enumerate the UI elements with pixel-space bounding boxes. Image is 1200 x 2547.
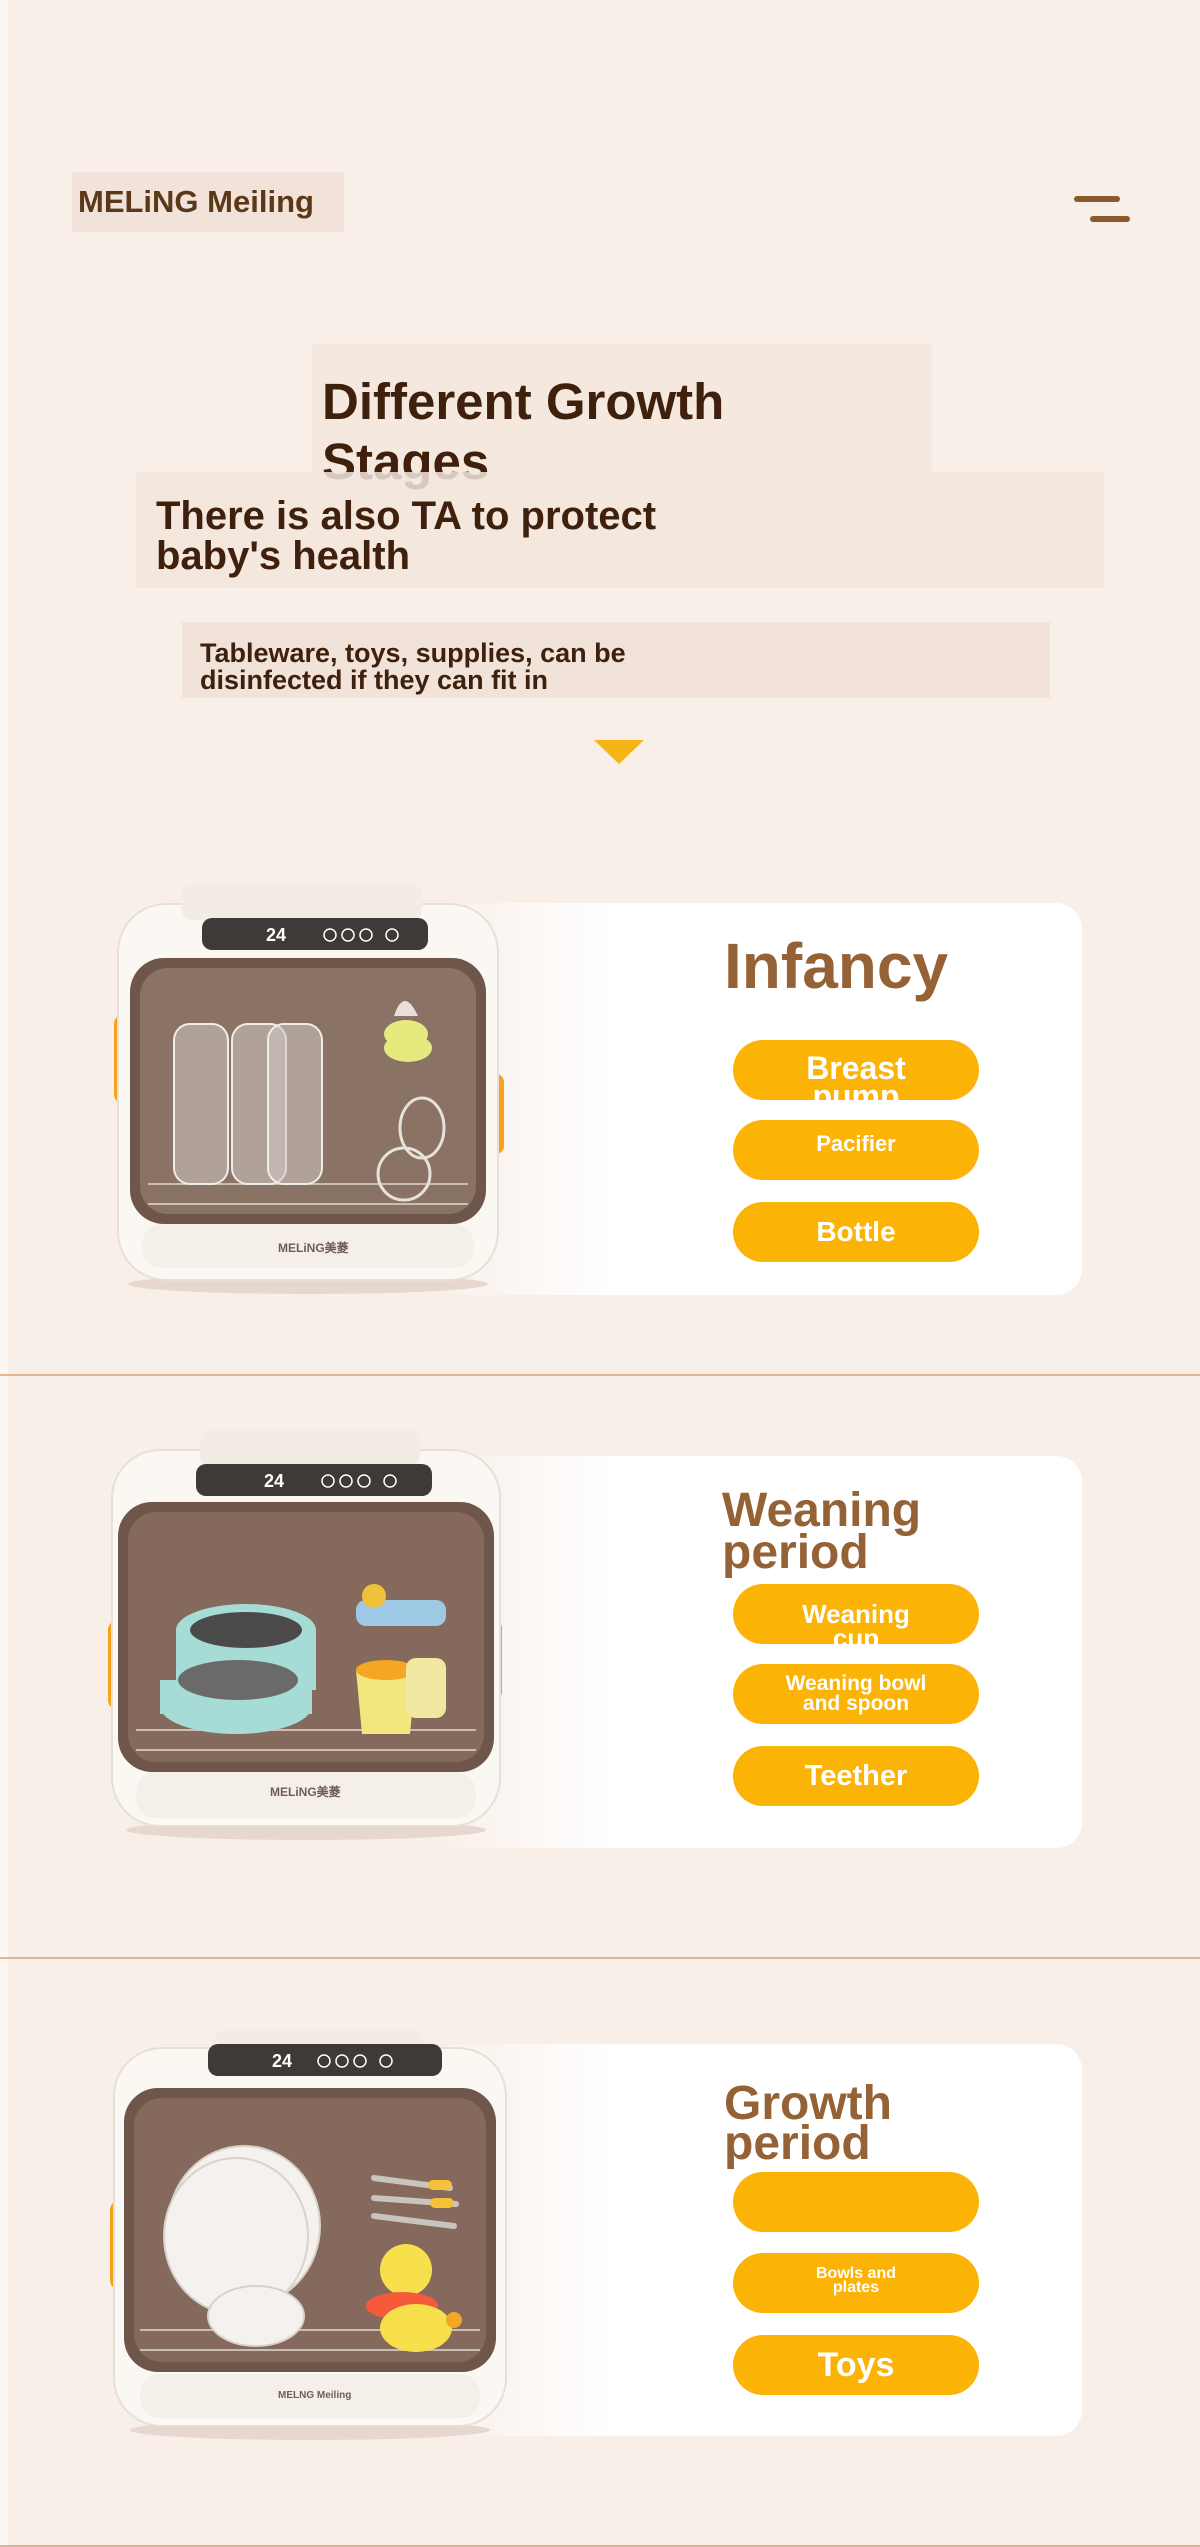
device-brand: MELiNG美菱 bbox=[270, 1784, 341, 1799]
page-edge bbox=[0, 0, 8, 2547]
tag-weaning-cup[interactable]: Weaning cup bbox=[733, 1584, 979, 1644]
subtitle: There is also TA to protect baby's healt… bbox=[156, 494, 657, 578]
device-display: 24 bbox=[272, 2051, 292, 2071]
device-display: 24 bbox=[264, 1471, 284, 1491]
tag-teether[interactable]: Teether bbox=[733, 1746, 979, 1806]
tag-bowls-and-plates[interactable]: Bowls and plates bbox=[733, 2253, 979, 2313]
device-brand: MELiNG美菱 bbox=[278, 1240, 349, 1255]
stage-title-weaning: Weaning period bbox=[722, 1484, 922, 1579]
tag-blank[interactable] bbox=[733, 2172, 979, 2232]
section-divider bbox=[0, 1374, 1200, 1376]
tag-breast-pump[interactable]: Breast pump bbox=[733, 1040, 979, 1100]
brand-logo[interactable]: MELiNG Meiling bbox=[72, 172, 344, 232]
device-display: 24 bbox=[266, 925, 286, 945]
sterilizer-image-growth: 24 MELNG Meiling bbox=[110, 2030, 507, 2440]
sterilizer-image-bottles: 24 MELiNG美菱 bbox=[114, 884, 504, 1294]
description: Tableware, toys, supplies, can be disinf… bbox=[200, 638, 626, 695]
menu-icon[interactable] bbox=[1070, 194, 1132, 230]
caret-down-icon[interactable] bbox=[594, 740, 644, 764]
stage-title-growth: Growth period bbox=[724, 2077, 892, 2170]
sterilizer-image-weaning: 24 MELiNG美菱 bbox=[108, 1430, 502, 1840]
section-divider bbox=[0, 1957, 1200, 1959]
device-brand: MELNG Meiling bbox=[278, 2390, 351, 2401]
tag-toys[interactable]: Toys bbox=[733, 2335, 979, 2395]
stage-title-infancy: Infancy bbox=[724, 930, 949, 1002]
tag-weaning-bowl-and-spoon[interactable]: Weaning bowl and spoon bbox=[733, 1664, 979, 1724]
tag-pacifier[interactable]: Pacifier bbox=[733, 1120, 979, 1180]
tag-bottle[interactable]: Bottle bbox=[733, 1202, 979, 1262]
